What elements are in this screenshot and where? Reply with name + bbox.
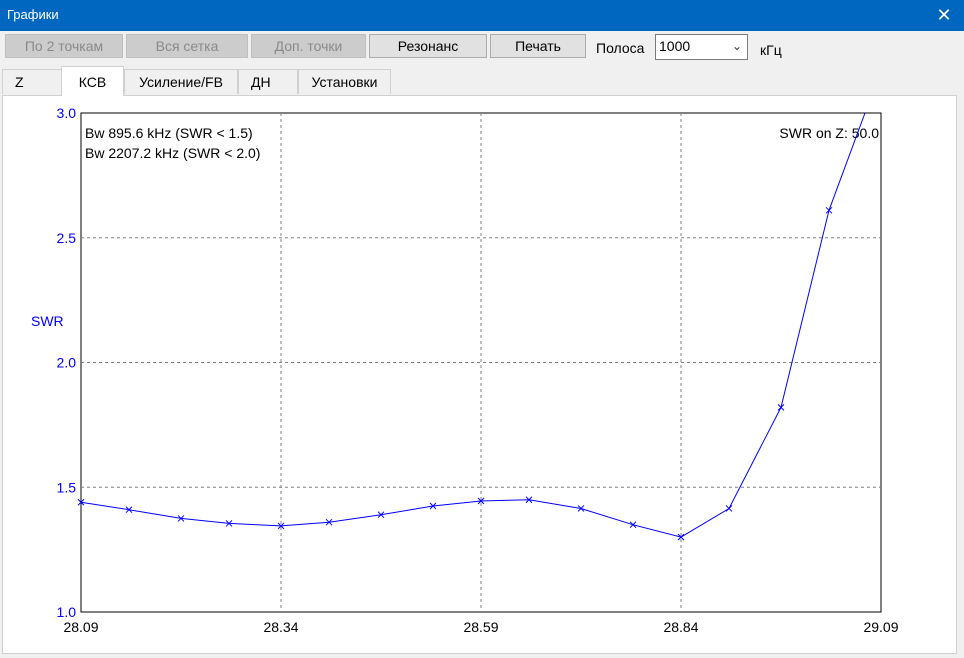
tab-settings[interactable]: Установки	[298, 69, 391, 94]
band-unit-label: кГц	[760, 42, 782, 58]
x-tick-label: 28.09	[63, 619, 98, 635]
window-title: Графики	[7, 7, 59, 22]
whole-grid-button[interactable]: Вся сетка	[126, 34, 248, 58]
swr-line	[80, 112, 866, 538]
x-tick-label: 28.34	[263, 619, 298, 635]
band-label: Полоса	[596, 40, 645, 56]
tab-strip: Z КСВ Усиление/FB ДН Установки	[0, 66, 964, 96]
y-axis-ticks: 1.0 1.5 2.0 2.5 3.0	[57, 105, 77, 620]
annotation-z-ref: SWR on Z: 50.0	[779, 125, 879, 141]
close-icon[interactable]: ✕	[924, 0, 964, 31]
chart-panel: 1.0 1.5 2.0 2.5 3.0 28.09 28.34 28.59 28.84 29.0…	[2, 95, 957, 654]
y-tick-label: 1.0	[57, 604, 77, 620]
annotation-bw-20: Bw 2207.2 kHz (SWR < 2.0)	[85, 145, 260, 161]
tab-z[interactable]: Z	[2, 69, 62, 94]
band-select[interactable]: 1000 ⌄	[655, 34, 748, 60]
band-value: 1000	[659, 38, 691, 54]
annotation-bw-15: Bw 895.6 kHz (SWR < 1.5)	[85, 125, 253, 141]
swr-series	[77, 112, 866, 541]
tab-swr[interactable]: КСВ	[61, 66, 124, 96]
tab-gain-fb[interactable]: Усиление/FB	[124, 69, 238, 94]
chevron-down-icon: ⌄	[731, 39, 742, 53]
x-tick-label: 28.59	[463, 619, 498, 635]
x-tick-label: 29.09	[863, 619, 898, 635]
y-tick-label: 1.5	[57, 479, 77, 495]
y-tick-label: 2.0	[57, 355, 77, 371]
y-tick-label: 2.5	[57, 230, 77, 246]
extra-points-button[interactable]: Доп. точки	[251, 34, 366, 58]
title-bar: Графики ✕	[0, 0, 964, 31]
toolbar: По 2 точкам Вся сетка Доп. точки Резонан…	[0, 31, 964, 66]
two-points-button[interactable]: По 2 точкам	[5, 34, 123, 58]
grid	[81, 113, 881, 612]
swr-chart: 1.0 1.5 2.0 2.5 3.0 28.09 28.34 28.59 28.84 29.0…	[31, 105, 899, 635]
tab-pattern[interactable]: ДН	[238, 69, 298, 94]
resonance-button[interactable]: Резонанс	[369, 34, 487, 58]
x-tick-label: 28.84	[663, 619, 698, 635]
y-tick-label: 3.0	[57, 105, 77, 121]
y-axis-label: SWR	[31, 313, 64, 329]
x-axis-ticks: 28.09 28.34 28.59 28.84 29.09	[63, 619, 898, 635]
data-point-marker	[629, 521, 637, 529]
print-button[interactable]: Печать	[490, 34, 586, 58]
data-point-marker	[725, 505, 733, 512]
